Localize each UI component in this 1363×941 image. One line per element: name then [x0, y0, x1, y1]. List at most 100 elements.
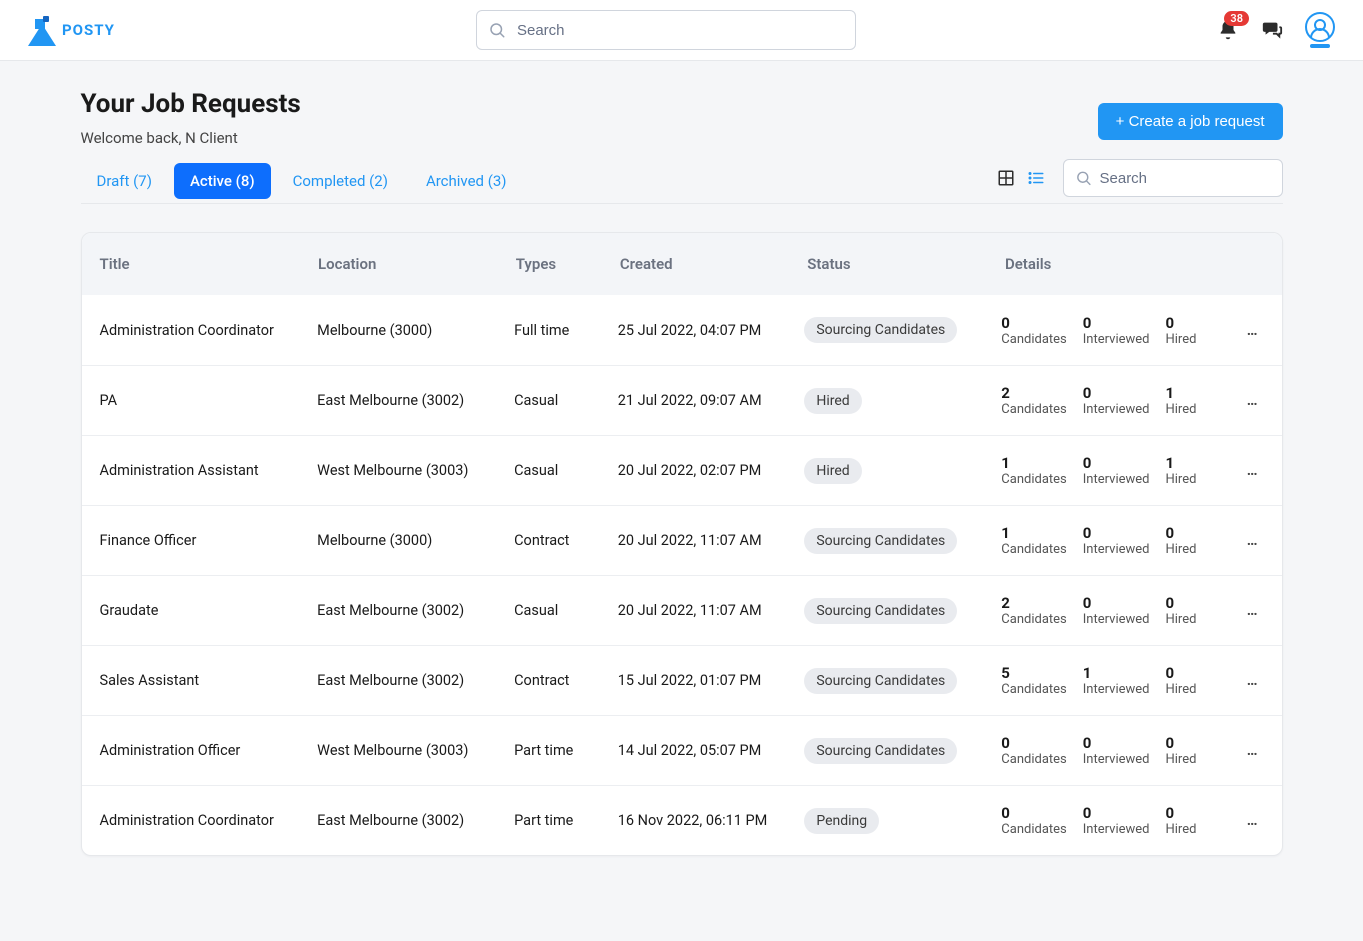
- hired-count: 0: [1166, 524, 1224, 542]
- topbar: POSTY 38: [0, 0, 1363, 61]
- tab-completed[interactable]: Completed (2): [277, 163, 404, 199]
- interviewed-label: Interviewed: [1083, 612, 1150, 627]
- hired-label: Hired: [1166, 402, 1224, 417]
- candidates-label: Candidates: [1001, 542, 1066, 557]
- tab-active[interactable]: Active (8): [174, 163, 271, 199]
- row-actions-button[interactable]: …: [1224, 322, 1264, 339]
- cell-location: West Melbourne (3003): [317, 742, 514, 759]
- cell-location: West Melbourne (3003): [317, 462, 514, 479]
- row-actions-button[interactable]: …: [1224, 532, 1264, 549]
- cell-status: Hired: [804, 388, 1001, 414]
- cell-status: Sourcing Candidates: [804, 528, 1001, 554]
- jobs-table: Title Location Types Created Status Deta…: [81, 232, 1283, 856]
- table-row[interactable]: Finance OfficerMelbourne (3000)Contract2…: [82, 505, 1282, 575]
- profile-menu-button[interactable]: [1305, 12, 1335, 48]
- more-icon: …: [1247, 742, 1260, 759]
- col-details: Details: [1005, 255, 1224, 273]
- interviewed-label: Interviewed: [1083, 752, 1150, 767]
- table-row[interactable]: PAEast Melbourne (3002)Casual21 Jul 2022…: [82, 365, 1282, 435]
- table-row[interactable]: Administration CoordinatorMelbourne (300…: [82, 295, 1282, 365]
- notifications-button[interactable]: 38: [1217, 19, 1239, 41]
- list-icon: [1027, 169, 1045, 187]
- cell-title: Administration Officer: [100, 742, 318, 759]
- hired-count: 0: [1166, 734, 1224, 752]
- cell-status: Hired: [804, 458, 1001, 484]
- hired-count: 0: [1166, 314, 1224, 332]
- cell-details: 5Candidates1Interviewed0Hired: [1001, 664, 1223, 697]
- cell-title: Finance Officer: [100, 532, 318, 549]
- cell-created: 15 Jul 2022, 01:07 PM: [618, 672, 805, 689]
- cell-status: Sourcing Candidates: [804, 738, 1001, 764]
- hired-count: 1: [1166, 384, 1224, 402]
- cell-location: Melbourne (3000): [317, 322, 514, 339]
- interviewed-label: Interviewed: [1083, 402, 1150, 417]
- row-actions-button[interactable]: …: [1224, 462, 1264, 479]
- table-row[interactable]: GraudateEast Melbourne (3002)Casual20 Ju…: [82, 575, 1282, 645]
- interviewed-count: 0: [1083, 454, 1150, 472]
- candidates-label: Candidates: [1001, 752, 1066, 767]
- tab-archived[interactable]: Archived (3): [410, 163, 523, 199]
- candidates-count: 2: [1001, 594, 1066, 612]
- status-badge: Sourcing Candidates: [804, 738, 957, 764]
- candidates-count: 0: [1001, 734, 1066, 752]
- more-icon: …: [1247, 532, 1260, 549]
- cell-details: 0Candidates0Interviewed0Hired: [1001, 734, 1223, 767]
- candidates-label: Candidates: [1001, 822, 1066, 837]
- cell-title: PA: [100, 392, 318, 409]
- page-title: Your Job Requests: [81, 89, 301, 119]
- status-badge: Hired: [804, 388, 861, 414]
- cell-created: 25 Jul 2022, 04:07 PM: [618, 322, 805, 339]
- avatar-underline-icon: [1310, 44, 1330, 48]
- cell-title: Administration Coordinator: [100, 322, 318, 339]
- status-badge: Hired: [804, 458, 861, 484]
- cell-types: Contract: [514, 672, 618, 689]
- col-location: Location: [318, 255, 516, 273]
- view-grid-button[interactable]: [997, 169, 1015, 187]
- tab-draft[interactable]: Draft (7): [81, 163, 168, 199]
- table-row[interactable]: Sales AssistantEast Melbourne (3002)Cont…: [82, 645, 1282, 715]
- table-search: [1063, 159, 1283, 197]
- interviewed-count: 0: [1083, 384, 1150, 402]
- messages-button[interactable]: [1261, 19, 1283, 41]
- table-row[interactable]: Administration CoordinatorEast Melbourne…: [82, 785, 1282, 855]
- chat-icon: [1261, 19, 1283, 41]
- row-actions-button[interactable]: …: [1224, 672, 1264, 689]
- row-actions-button[interactable]: …: [1224, 742, 1264, 759]
- cell-created: 16 Nov 2022, 06:11 PM: [618, 812, 805, 829]
- hired-label: Hired: [1166, 332, 1224, 347]
- create-job-request-button[interactable]: + Create a job request: [1098, 103, 1283, 140]
- table-search-input[interactable]: [1063, 159, 1283, 197]
- table-body: Administration CoordinatorMelbourne (300…: [82, 295, 1282, 855]
- view-list-button[interactable]: [1027, 169, 1045, 187]
- tabs: Draft (7) Active (8) Completed (2) Archi…: [81, 163, 529, 199]
- table-row[interactable]: Administration AssistantWest Melbourne (…: [82, 435, 1282, 505]
- cell-types: Casual: [514, 602, 618, 619]
- interviewed-label: Interviewed: [1083, 332, 1150, 347]
- row-actions-button[interactable]: …: [1224, 812, 1264, 829]
- status-badge: Pending: [804, 808, 879, 834]
- cell-location: East Melbourne (3002): [317, 812, 514, 829]
- col-created: Created: [620, 255, 807, 273]
- table-row[interactable]: Administration OfficerWest Melbourne (30…: [82, 715, 1282, 785]
- candidates-count: 0: [1001, 314, 1066, 332]
- candidates-count: 1: [1001, 524, 1066, 542]
- global-search-input[interactable]: [476, 10, 856, 50]
- hired-label: Hired: [1166, 682, 1224, 697]
- brand-logo[interactable]: POSTY: [28, 14, 115, 46]
- page: Your Job Requests Welcome back, N Client…: [67, 61, 1297, 896]
- cell-details: 2Candidates0Interviewed0Hired: [1001, 594, 1223, 627]
- cell-title: Sales Assistant: [100, 672, 318, 689]
- row-actions-button[interactable]: …: [1224, 392, 1264, 409]
- cell-status: Sourcing Candidates: [804, 668, 1001, 694]
- interviewed-label: Interviewed: [1083, 822, 1150, 837]
- brand-name: POSTY: [62, 21, 115, 39]
- hired-label: Hired: [1166, 822, 1224, 837]
- view-toggle: [997, 169, 1045, 193]
- row-actions-button[interactable]: …: [1224, 602, 1264, 619]
- candidates-count: 5: [1001, 664, 1066, 682]
- cell-types: Casual: [514, 392, 618, 409]
- cell-title: Graudate: [100, 602, 318, 619]
- cell-details: 0Candidates0Interviewed0Hired: [1001, 314, 1223, 347]
- hired-count: 1: [1166, 454, 1224, 472]
- hired-count: 0: [1166, 664, 1224, 682]
